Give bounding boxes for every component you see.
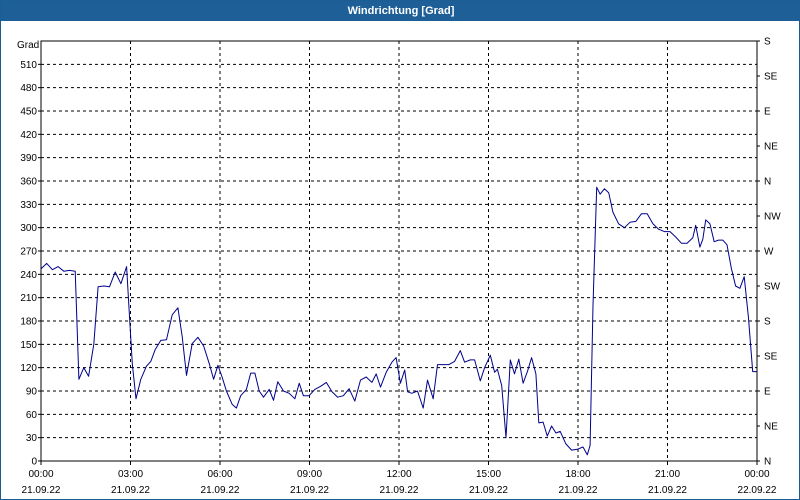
y2-tick-label: N [764, 177, 771, 188]
y-tick-label: 420 [20, 130, 37, 141]
wind-direction-chart: Grad 0 30 60 90 120 150 180 210 240 270 300 330 360 3… [17, 37, 781, 497]
y-tick-label: 300 [20, 223, 37, 234]
x-tick-date-label: 21.09.22 [22, 485, 61, 496]
y-tick-label: 480 [20, 83, 37, 94]
y-tick-label: 240 [20, 270, 37, 281]
y-tick-label: 330 [20, 200, 37, 211]
x-tick-date-label: 21.09.22 [111, 485, 150, 496]
y2-tick-label: SE [764, 352, 778, 363]
y-tick-label: 210 [20, 293, 37, 304]
y2-tick-label: N [764, 457, 771, 468]
y-tick-label: 270 [20, 247, 37, 258]
y2-tick-label: NE [764, 422, 778, 433]
y2-tick-label: NW [764, 212, 781, 223]
y2-tick-label: E [764, 387, 771, 398]
x-tick-time-label: 12:00 [386, 469, 411, 480]
x-tick-date-label: 21.09.22 [201, 485, 240, 496]
y-tick-label: 0 [31, 457, 37, 468]
x-tick-time-label: 18:00 [565, 469, 590, 480]
x-tick-time-label: 09:00 [297, 469, 322, 480]
x-tick-time-label: 21:00 [655, 469, 680, 480]
x-tick-date-label: 21.09.22 [290, 485, 329, 496]
x-tick-time-label: 06:00 [207, 469, 232, 480]
y-axis-label: Grad [17, 40, 39, 51]
y-tick-label: 180 [20, 317, 37, 328]
y-tick-label: 60 [26, 410, 38, 421]
y2-tick-label: W [764, 247, 774, 258]
y-tick-label: 390 [20, 153, 37, 164]
y2-tick-label: E [764, 107, 771, 118]
y2-tick-label: NE [764, 142, 778, 153]
y-tick-label: 30 [26, 433, 38, 444]
x-tick-time-label: 00:00 [28, 469, 53, 480]
x-tick-date-label: 21.09.22 [380, 485, 419, 496]
x-tick-date-label: 22.09.22 [738, 485, 777, 496]
y2-tick-label: SE [764, 72, 778, 83]
x-tick-date-label: 21.09.22 [648, 485, 687, 496]
grid-lines [41, 41, 757, 461]
y2-tick-label: S [764, 317, 771, 328]
y2-tick-label: S [764, 37, 771, 48]
y2-tick-label: SW [764, 282, 781, 293]
y-tick-label: 360 [20, 177, 37, 188]
y-tick-label: 450 [20, 107, 37, 118]
x-tick-date-label: 21.09.22 [559, 485, 598, 496]
x-tick-time-label: 03:00 [118, 469, 143, 480]
y-tick-label: 510 [20, 60, 37, 71]
y-tick-label: 90 [26, 387, 38, 398]
y-tick-label: 150 [20, 340, 37, 351]
x-tick-time-label: 15:00 [476, 469, 501, 480]
x-tick-time-label: 00:00 [744, 469, 769, 480]
x-tick-date-label: 21.09.22 [469, 485, 508, 496]
y-tick-label: 120 [20, 363, 37, 374]
